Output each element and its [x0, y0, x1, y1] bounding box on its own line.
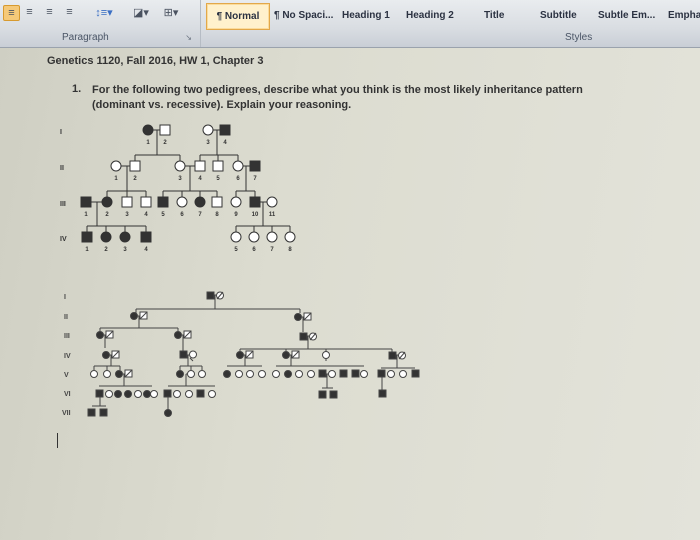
align-left-icon: ≡: [8, 7, 15, 19]
gen-label: V: [64, 372, 69, 379]
question-number: 1.: [72, 83, 82, 95]
justify-icon: ≡: [66, 6, 73, 18]
question-text: For the following two pedigrees, describ…: [92, 84, 583, 111]
align-left-button[interactable]: ≡: [3, 5, 20, 21]
gen-label: VI: [64, 391, 71, 398]
id-label: 11: [269, 212, 276, 218]
id-label: 1: [146, 140, 150, 146]
shading-icon: ◪▾: [133, 6, 149, 19]
id-label: 2: [163, 140, 167, 146]
id-label: 5: [161, 212, 165, 218]
document-title: Genetics 1120, Fall 2016, HW 1, Chapter …: [47, 55, 264, 67]
id-label: 3: [125, 212, 129, 218]
id-label: 3: [178, 176, 182, 182]
align-center-button[interactable]: ≡: [22, 5, 37, 19]
id-label: 6: [252, 247, 256, 253]
gen-label: VII: [62, 410, 71, 417]
style-normal[interactable]: ¶ Normal: [206, 3, 270, 30]
line-spacing-icon: ↕≡▾: [95, 6, 113, 19]
style-no-spacing[interactable]: ¶ No Spaci...: [274, 3, 333, 28]
ribbon: ≡ ≡ ≡ ≡ ↕≡▾ ◪▾ ⊞▾ Paragraph ↘ ¶ Normal ¶…: [0, 0, 700, 48]
line-spacing-button[interactable]: ↕≡▾: [92, 5, 116, 19]
id-label: 5: [216, 176, 220, 182]
gen-label: II: [60, 165, 64, 172]
styles-group-label: Styles: [565, 32, 593, 43]
id-label: 4: [144, 247, 148, 253]
gen-label: I: [64, 294, 66, 301]
borders-button[interactable]: ⊞▾: [160, 5, 182, 19]
gen-label: IV: [60, 236, 67, 243]
style-subtitle[interactable]: Subtitle: [540, 3, 577, 28]
shading-button[interactable]: ◪▾: [130, 5, 152, 19]
style-subtle-emphasis[interactable]: Subtle Em...: [598, 3, 655, 28]
pedigree-2: I II III IV V VI VII: [62, 291, 420, 417]
id-label: 7: [270, 247, 274, 253]
id-label: 1: [114, 176, 118, 182]
id-label: 5: [234, 247, 238, 253]
id-label: 1: [85, 247, 89, 253]
gen-label: III: [64, 333, 70, 340]
id-label: 8: [288, 247, 292, 253]
gen-label: IV: [64, 353, 71, 360]
style-emphasis[interactable]: Empha: [668, 3, 700, 28]
align-center-icon: ≡: [26, 6, 33, 18]
gen-label: I: [60, 129, 62, 136]
id-label: 10: [252, 212, 259, 218]
id-label: 6: [180, 212, 184, 218]
paragraph-group: ≡ ≡ ≡ ≡ ↕≡▾ ◪▾ ⊞▾ Paragraph ↘: [0, 0, 201, 47]
id-label: 7: [253, 176, 257, 182]
gen-label: III: [60, 201, 66, 208]
styles-group: ¶ Normal ¶ No Spaci... Heading 1 Heading…: [202, 0, 700, 47]
id-label: 7: [198, 212, 202, 218]
style-heading-2[interactable]: Heading 2: [406, 3, 454, 28]
style-heading-1[interactable]: Heading 1: [342, 3, 390, 28]
id-label: 8: [215, 212, 219, 218]
id-label: 3: [206, 140, 210, 146]
id-label: 9: [234, 212, 238, 218]
style-title[interactable]: Title: [484, 3, 504, 28]
paragraph-dialog-launcher[interactable]: ↘: [185, 33, 192, 42]
id-label: 3: [123, 247, 127, 253]
id-label: 4: [198, 176, 202, 182]
id-label: 1: [84, 212, 88, 218]
id-label: 2: [104, 247, 108, 253]
borders-icon: ⊞▾: [163, 6, 179, 19]
justify-button[interactable]: ≡: [62, 5, 77, 19]
align-right-button[interactable]: ≡: [42, 5, 57, 19]
paragraph-group-label: Paragraph: [62, 32, 109, 43]
id-label: 4: [223, 140, 227, 146]
pedigree-1: I II III IV 1 2 3 4 1 2 3 4 5 6 7 1 2 3 …: [60, 124, 296, 253]
gen-label: II: [64, 314, 68, 321]
text-cursor: [57, 433, 58, 448]
id-label: 4: [144, 212, 148, 218]
id-label: 2: [133, 176, 137, 182]
align-right-icon: ≡: [46, 6, 53, 18]
id-label: 6: [236, 176, 240, 182]
id-label: 2: [105, 212, 109, 218]
